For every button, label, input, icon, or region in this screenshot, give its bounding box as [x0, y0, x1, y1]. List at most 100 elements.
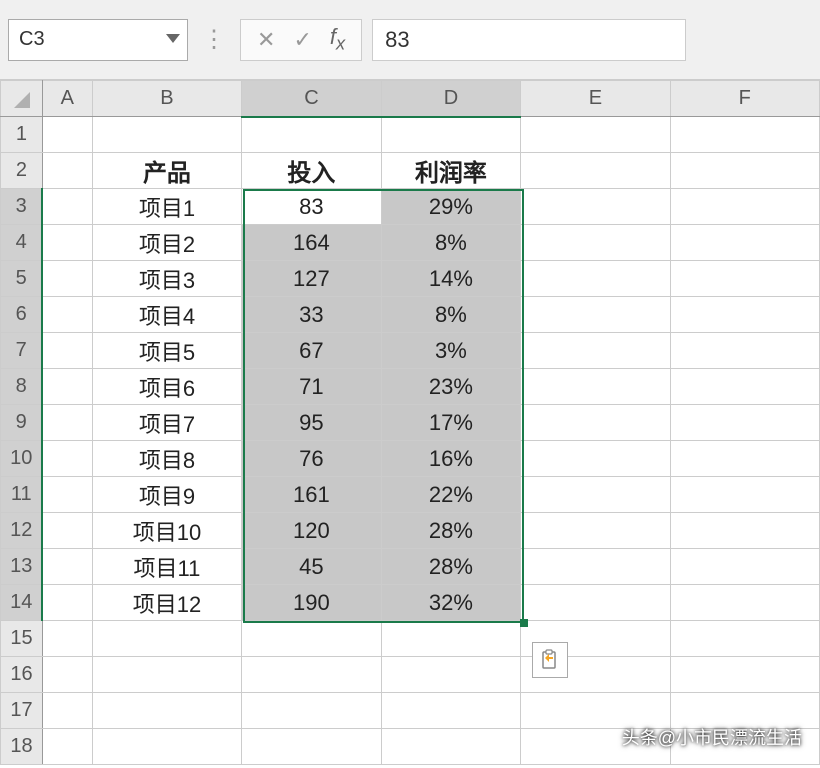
row-header[interactable]: 15	[1, 621, 43, 657]
cell[interactable]: 71	[242, 369, 382, 405]
row-header[interactable]: 13	[1, 549, 43, 585]
cell[interactable]: 项目4	[92, 297, 241, 333]
row-header[interactable]: 10	[1, 441, 43, 477]
cell[interactable]	[670, 405, 819, 441]
select-all-corner[interactable]	[1, 81, 43, 117]
cell[interactable]	[42, 513, 92, 549]
cell[interactable]: 45	[242, 549, 382, 585]
cell[interactable]	[521, 333, 670, 369]
cell[interactable]	[42, 621, 92, 657]
cell[interactable]	[381, 621, 521, 657]
paste-options-button[interactable]	[532, 642, 568, 678]
spreadsheet-grid[interactable]: A B C D E F 1 2 产品 投入 利润率 3	[0, 80, 820, 765]
row-header[interactable]: 4	[1, 225, 43, 261]
row-header[interactable]: 9	[1, 405, 43, 441]
cell[interactable]	[242, 693, 382, 729]
cell[interactable]: 项目10	[92, 513, 241, 549]
cell[interactable]	[670, 153, 819, 189]
cell[interactable]	[521, 297, 670, 333]
cell[interactable]	[42, 333, 92, 369]
cell[interactable]	[42, 693, 92, 729]
accept-icon[interactable]: ✓	[293, 27, 311, 53]
col-header-a[interactable]: A	[42, 81, 92, 117]
row-header[interactable]: 16	[1, 657, 43, 693]
col-header-f[interactable]: F	[670, 81, 819, 117]
cell[interactable]	[42, 189, 92, 225]
cell[interactable]	[521, 513, 670, 549]
cell[interactable]	[42, 117, 92, 153]
cell[interactable]: 8%	[381, 297, 521, 333]
cell[interactable]: 127	[242, 261, 382, 297]
cell-header[interactable]: 产品	[92, 153, 241, 189]
cell[interactable]	[42, 369, 92, 405]
cell[interactable]: 3%	[381, 333, 521, 369]
cell[interactable]	[42, 585, 92, 621]
cell[interactable]: 190	[242, 585, 382, 621]
cell[interactable]: 95	[242, 405, 382, 441]
row-header[interactable]: 11	[1, 477, 43, 513]
cell-header[interactable]: 利润率	[381, 153, 521, 189]
cell[interactable]: 项目12	[92, 585, 241, 621]
cell[interactable]	[670, 621, 819, 657]
cell[interactable]: 28%	[381, 549, 521, 585]
cell[interactable]	[42, 657, 92, 693]
cell[interactable]	[92, 117, 241, 153]
cell[interactable]	[521, 477, 670, 513]
cell[interactable]	[670, 297, 819, 333]
cell[interactable]: 项目3	[92, 261, 241, 297]
cell[interactable]	[242, 657, 382, 693]
cell[interactable]: 项目5	[92, 333, 241, 369]
cell[interactable]	[521, 405, 670, 441]
cell[interactable]	[521, 585, 670, 621]
cell[interactable]	[670, 117, 819, 153]
cell[interactable]	[670, 333, 819, 369]
cell[interactable]	[670, 477, 819, 513]
cell[interactable]: 17%	[381, 405, 521, 441]
cell[interactable]	[42, 153, 92, 189]
cell[interactable]: 164	[242, 225, 382, 261]
row-header[interactable]: 2	[1, 153, 43, 189]
row-header[interactable]: 14	[1, 585, 43, 621]
cell[interactable]	[92, 621, 241, 657]
col-header-e[interactable]: E	[521, 81, 670, 117]
cell[interactable]	[521, 225, 670, 261]
row-header[interactable]: 12	[1, 513, 43, 549]
cell[interactable]: 28%	[381, 513, 521, 549]
cell[interactable]	[670, 513, 819, 549]
row-header[interactable]: 17	[1, 693, 43, 729]
cell[interactable]	[670, 441, 819, 477]
cell[interactable]: 32%	[381, 585, 521, 621]
cell[interactable]	[42, 225, 92, 261]
cell[interactable]	[670, 549, 819, 585]
cell[interactable]	[242, 729, 382, 765]
row-header[interactable]: 7	[1, 333, 43, 369]
cell[interactable]: 161	[242, 477, 382, 513]
col-header-d[interactable]: D	[381, 81, 521, 117]
cell[interactable]	[670, 657, 819, 693]
row-header[interactable]: 3	[1, 189, 43, 225]
cell[interactable]: 23%	[381, 369, 521, 405]
cell[interactable]	[242, 621, 382, 657]
cell[interactable]: 项目11	[92, 549, 241, 585]
cell[interactable]: 项目8	[92, 441, 241, 477]
cell[interactable]: 67	[242, 333, 382, 369]
cell[interactable]	[381, 657, 521, 693]
cell[interactable]	[92, 693, 241, 729]
cell[interactable]	[381, 117, 521, 153]
cell[interactable]: 22%	[381, 477, 521, 513]
cell[interactable]	[42, 549, 92, 585]
cell[interactable]: 14%	[381, 261, 521, 297]
cell[interactable]: 8%	[381, 225, 521, 261]
cell[interactable]	[521, 369, 670, 405]
row-header[interactable]: 1	[1, 117, 43, 153]
formula-input[interactable]	[372, 19, 686, 61]
cell[interactable]	[381, 729, 521, 765]
cell[interactable]	[42, 405, 92, 441]
cell-active[interactable]: 83	[242, 189, 382, 225]
col-header-c[interactable]: C	[242, 81, 382, 117]
cell[interactable]	[521, 549, 670, 585]
cell[interactable]	[670, 585, 819, 621]
row-header[interactable]: 5	[1, 261, 43, 297]
name-box[interactable]	[8, 19, 188, 61]
cell[interactable]: 项目7	[92, 405, 241, 441]
